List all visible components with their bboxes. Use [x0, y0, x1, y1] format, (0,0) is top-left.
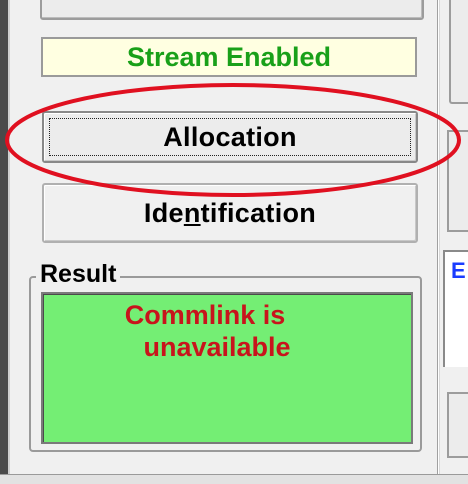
result-message-line-1: Commlink is: [124, 300, 286, 330]
allocation-mnemonic: l: [190, 121, 199, 152]
result-panel: Commlink is unavailable: [41, 292, 413, 444]
vertical-separator: [437, 0, 440, 474]
allocation-button-label: Allocation: [163, 121, 297, 152]
right-panel-low-control[interactable]: [447, 392, 468, 458]
identification-button[interactable]: Identification: [42, 183, 418, 243]
right-panel-mid-control[interactable]: [447, 130, 468, 232]
identification-mnemonic: n: [183, 197, 201, 228]
window-left-edge: [0, 0, 10, 483]
result-message-line-2: unavailable: [143, 332, 291, 362]
identification-button-label: Identification: [143, 197, 317, 228]
dialog-panel: Stream Enabled Allocation Identification…: [0, 0, 468, 484]
stream-status-text: Stream Enabled: [126, 41, 332, 72]
result-group-title: Result: [36, 260, 121, 289]
right-panel-partial-text: E: [451, 258, 466, 283]
right-panel-text-box[interactable]: E: [443, 250, 468, 367]
top-cutoff-button[interactable]: [40, 0, 424, 20]
stream-status-field: Stream Enabled: [41, 37, 417, 77]
allocation-button[interactable]: Allocation: [42, 111, 418, 163]
right-panel-top-control[interactable]: [449, 0, 468, 104]
